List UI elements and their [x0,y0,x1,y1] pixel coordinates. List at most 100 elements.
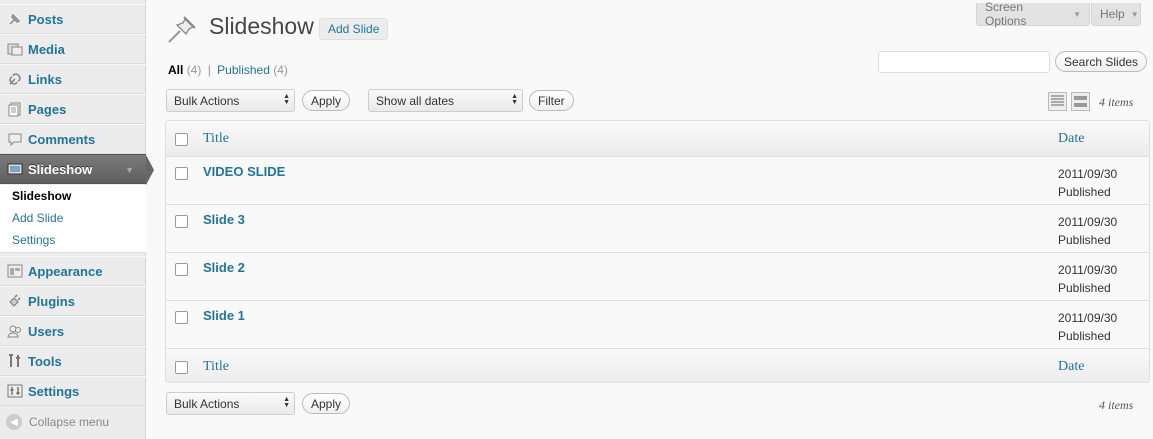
row-date-value: 2011/09/30 [1058,263,1118,277]
tools-icon [6,353,23,370]
comment-icon [6,131,23,148]
row-checkbox[interactable] [175,215,188,228]
slides-table: Title Date VIDEO SLIDE 2011/09/30 Publish… [165,120,1150,383]
filter-all-count: (4) [186,63,202,77]
collapse-menu-button[interactable]: ◀ Collapse menu [6,414,109,430]
menu-label: Pages [28,101,67,117]
dates-select[interactable]: Show all dates ▲ ▼ [368,89,523,112]
settings-icon [6,383,23,400]
pages-icon [6,101,23,118]
menu-label: Users [28,323,65,339]
row-status: Published [1058,185,1111,199]
help-label: Help [1100,7,1125,21]
menu-item-appearance[interactable]: Appearance [0,256,146,286]
pushpin-icon [168,16,196,43]
table-row: VIDEO SLIDE 2011/09/30 Published [166,157,1149,205]
menu-item-users[interactable]: Users [0,316,146,346]
row-status: Published [1058,281,1111,295]
collapse-menu-label: Collapse menu [29,415,110,429]
row-title-link[interactable]: Slide 3 [203,212,245,227]
slideshow-icon [6,161,23,178]
column-title-footer[interactable]: Title [203,359,229,375]
apply-button[interactable]: Apply [302,90,351,111]
menu-item-posts[interactable]: Posts [0,4,146,34]
screen-options-label: Screen Options [985,0,1027,28]
menu-label: Comments [28,131,96,147]
chevron-down-icon[interactable]: ▼ [125,165,134,175]
table-row: Slide 1 2011/09/30 Published [166,301,1149,349]
items-count-bottom: 4 items [1099,398,1134,412]
menu-item-comments[interactable]: Comments [0,124,146,154]
row-date: 2011/09/30 Published [1058,261,1117,297]
row-date: 2011/09/30 Published [1058,309,1117,345]
column-date-header[interactable]: Date [1058,131,1084,147]
link-icon [6,71,23,88]
bulk-actions-select-bottom[interactable]: Bulk Actions ▲ ▼ [166,392,295,415]
status-filter-links: All (4) | Published (4) [168,63,288,77]
row-date: 2011/09/30 Published [1058,213,1117,249]
row-title-link[interactable]: Slide 1 [203,308,245,323]
filter-separator: | [207,63,211,77]
menu-label: Settings [28,383,80,399]
search-input[interactable] [878,51,1050,73]
table-row: Slide 3 2011/09/30 Published [166,205,1149,253]
row-checkbox[interactable] [175,263,188,276]
page-title: Slideshow [209,13,314,39]
search-slides-button[interactable]: Search Slides [1055,51,1148,72]
filter-button[interactable]: Filter [529,90,574,111]
screen-options-button[interactable]: Screen Options ▼ [976,0,1090,28]
apply-button-bottom[interactable]: Apply [302,393,351,414]
row-status: Published [1058,233,1111,247]
select-all-checkbox[interactable] [175,361,188,374]
admin-sidebar: Posts Media Links Pages Comments Slidesh… [0,0,154,439]
row-checkbox[interactable] [175,167,188,180]
media-icon [6,41,23,58]
menu-label: Slideshow [28,161,93,177]
row-title-link[interactable]: Slide 2 [203,260,245,275]
items-count: 4 items [1099,95,1134,109]
chevron-down-icon: ▼ [1130,9,1139,19]
menu-label: Plugins [28,293,75,309]
slideshow-submenu: Slideshow Add Slide Settings [0,185,146,253]
submenu-item-slideshow[interactable]: Slideshow [12,189,71,203]
collapse-arrow-icon: ◀ [6,414,22,430]
select-arrows-icon: ▲ ▼ [283,396,290,409]
pushpin-icon [6,11,23,28]
table-header: Title Date [166,121,1149,157]
dates-value: Show all dates [376,93,455,108]
list-view-icon[interactable] [1048,92,1067,111]
filter-published-link[interactable]: Published [217,63,270,77]
menu-label: Posts [28,11,64,27]
filter-published-count: (4) [273,63,288,77]
row-title-link[interactable]: VIDEO SLIDE [203,164,285,179]
submenu-item-settings[interactable]: Settings [12,233,55,247]
menu-item-media[interactable]: Media [0,34,146,64]
column-date-footer[interactable]: Date [1058,359,1084,375]
menu-item-settings[interactable]: Settings [0,376,146,406]
menu-item-tools[interactable]: Tools [0,346,146,376]
help-button[interactable]: Help ▼ [1091,3,1141,26]
menu-item-links[interactable]: Links [0,64,146,94]
column-title-header[interactable]: Title [203,131,229,147]
table-footer: Title Date [166,348,1149,382]
select-all-checkbox[interactable] [175,133,188,146]
chevron-down-icon: ▼ [1073,9,1081,19]
menu-label: Appearance [28,263,103,279]
filter-all-link[interactable]: All [168,63,183,77]
add-slide-button[interactable]: Add Slide [319,18,389,40]
row-date-value: 2011/09/30 [1058,167,1118,181]
submenu-item-add-slide[interactable]: Add Slide [12,211,63,225]
row-date-value: 2011/09/30 [1058,311,1118,325]
excerpt-view-icon[interactable] [1071,92,1090,111]
row-date: 2011/09/30 Published [1058,165,1117,201]
row-checkbox[interactable] [175,311,188,324]
menu-item-slideshow[interactable]: Slideshow ▼ [0,154,154,185]
bulk-actions-select[interactable]: Bulk Actions ▲ ▼ [166,89,295,112]
row-date-value: 2011/09/30 [1058,215,1118,229]
menu-item-pages[interactable]: Pages [0,94,146,124]
table-row: Slide 2 2011/09/30 Published [166,253,1149,301]
menu-label: Media [28,41,65,57]
bulk-actions-value: Bulk Actions [174,396,240,411]
menu-item-plugins[interactable]: Plugins [0,286,146,316]
menu-label: Links [28,71,62,87]
